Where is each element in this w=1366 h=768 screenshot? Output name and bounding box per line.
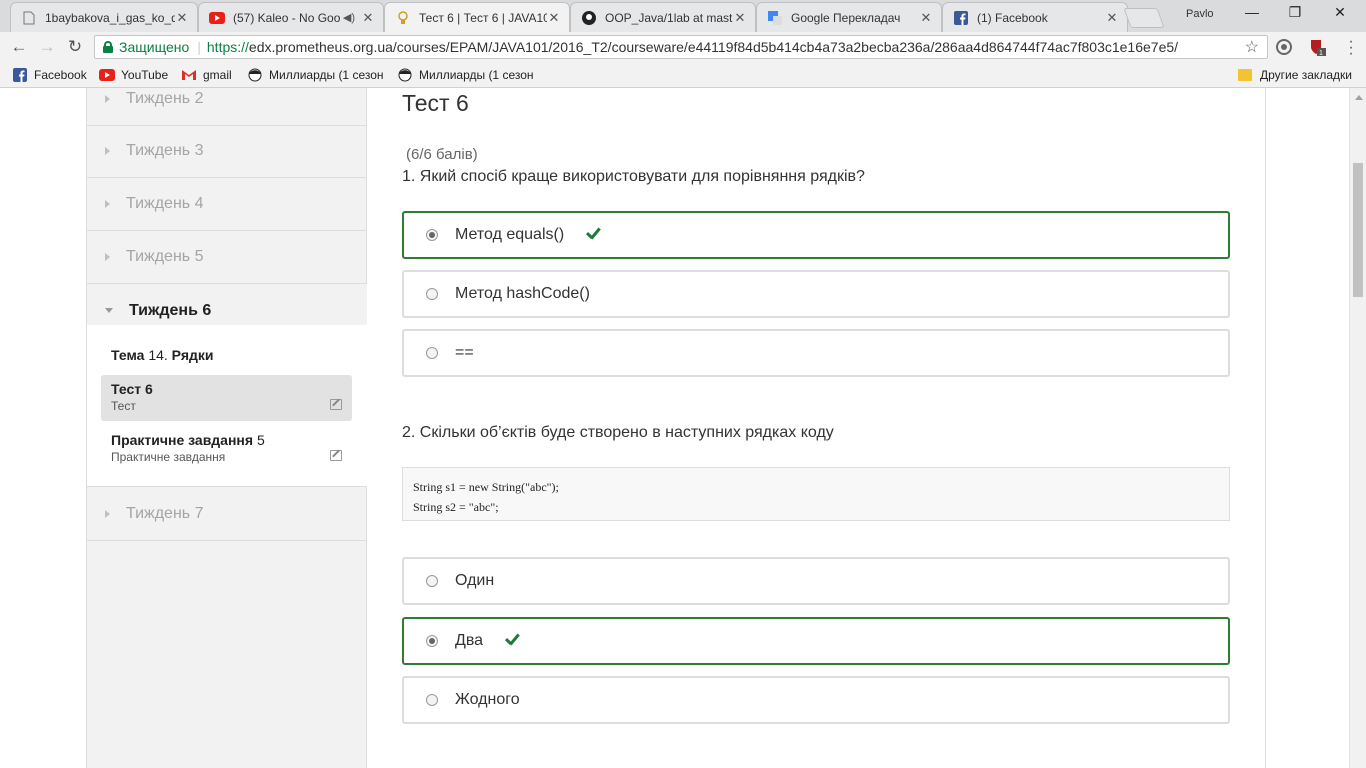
- bookmark-star-icon[interactable]: ☆: [1245, 37, 1259, 57]
- bookmark-facebook[interactable]: Facebook: [12, 68, 87, 82]
- sidebar-item-test-6[interactable]: Тест 6 Тест: [101, 375, 352, 421]
- sidebar-week-2[interactable]: Тиждень 2: [87, 88, 367, 126]
- facebook-icon: [953, 10, 969, 26]
- bookmark-series-1[interactable]: Миллиарды (1 сезон: [247, 68, 384, 82]
- code-snippet: String s1 = new String("abc"); String s2…: [402, 467, 1230, 521]
- edit-icon: [330, 450, 342, 461]
- bookmark-youtube[interactable]: YouTube: [99, 68, 168, 82]
- prometheus-icon: [395, 10, 411, 26]
- profile-name[interactable]: Pavlo: [1186, 8, 1214, 20]
- document-icon: [21, 10, 37, 26]
- checkmark-icon: [503, 634, 521, 648]
- svg-text:1: 1: [1319, 50, 1323, 56]
- radio-button[interactable]: [426, 229, 438, 241]
- avatar-icon: [397, 68, 413, 82]
- q1-choice-hashcode[interactable]: Метод hashCode(): [402, 270, 1230, 318]
- minimize-icon[interactable]: —: [1232, 4, 1272, 20]
- reload-icon[interactable]: ↻: [65, 37, 85, 57]
- secure-label: Защищено: [119, 39, 190, 55]
- week-6-contents: Тема 14. Рядки Тест 6 Тест Практичне зав…: [87, 325, 367, 487]
- close-icon[interactable]: ✕: [919, 10, 933, 26]
- q1-choice-equals[interactable]: Метод equals(): [402, 211, 1230, 259]
- browser-tab-1[interactable]: 1baybakova_i_gas_ko_d ✕: [10, 2, 198, 32]
- browser-tab-2[interactable]: (57) Kaleo - No Goo ◀) ✕: [198, 2, 384, 32]
- close-window-icon[interactable]: ✕: [1320, 4, 1360, 21]
- chevron-right-icon: [105, 147, 110, 155]
- bookmark-gmail[interactable]: gmail: [181, 68, 232, 82]
- other-bookmarks[interactable]: Другие закладки: [1238, 68, 1352, 82]
- gmail-icon: [181, 68, 197, 82]
- lock-icon: [103, 41, 113, 53]
- browser-tab-5[interactable]: Google Перекладач ✕: [756, 2, 942, 32]
- subsection-title: Практичне завдання 5: [111, 432, 265, 448]
- new-tab-button[interactable]: [1123, 8, 1165, 28]
- menu-icon[interactable]: · · ·: [1343, 34, 1359, 62]
- tab-strip: 1baybakova_i_gas_ko_d ✕ (57) Kaleo - No …: [0, 0, 1366, 32]
- sidebar-week-7[interactable]: Тиждень 7: [87, 488, 367, 541]
- radio-button[interactable]: [426, 694, 438, 706]
- close-icon[interactable]: ✕: [1105, 10, 1119, 26]
- facebook-icon: [12, 68, 28, 82]
- chevron-right-icon: [105, 95, 110, 103]
- edit-icon: [330, 399, 342, 410]
- browser-tab-6[interactable]: (1) Facebook ✕: [942, 2, 1128, 32]
- close-icon[interactable]: ✕: [175, 10, 189, 26]
- question-1-text: 1. Який спосіб краще використовувати для…: [402, 168, 865, 185]
- bookmarks-bar: Facebook YouTube gmail Миллиарды (1 сезо…: [0, 62, 1366, 88]
- youtube-icon: [99, 68, 115, 82]
- sidebar-week-5[interactable]: Тиждень 5: [87, 231, 367, 284]
- github-icon: [581, 10, 597, 26]
- chevron-down-icon: [105, 308, 113, 313]
- scroll-up-icon[interactable]: [1355, 95, 1363, 100]
- restore-icon[interactable]: ❐: [1275, 4, 1315, 21]
- chevron-right-icon: [105, 510, 110, 518]
- chevron-right-icon: [105, 253, 110, 261]
- address-bar[interactable]: Защищено | https://edx.prometheus.org.ua…: [94, 35, 1268, 59]
- q2-choice-none[interactable]: Жодного: [402, 676, 1230, 724]
- topic-title: Тема 14. Рядки: [111, 347, 214, 363]
- page-scrollbar[interactable]: [1349, 88, 1366, 768]
- youtube-icon: [209, 10, 225, 26]
- sidebar-week-3[interactable]: Тиждень 3: [87, 125, 367, 178]
- radio-button[interactable]: [426, 575, 438, 587]
- radio-button[interactable]: [426, 635, 438, 647]
- radio-button[interactable]: [426, 288, 438, 300]
- radio-button[interactable]: [426, 347, 438, 359]
- subsection-type: Тест: [111, 399, 136, 413]
- extension-icon[interactable]: [1275, 38, 1293, 56]
- course-sidebar: Тиждень 2 Тиждень 3 Тиждень 4 Тиждень 5 …: [87, 88, 367, 768]
- bookmark-series-2[interactable]: Миллиарды (1 сезон: [397, 68, 534, 82]
- shield-extension-icon[interactable]: 1: [1308, 38, 1326, 57]
- q2-choice-two[interactable]: Два: [402, 617, 1230, 665]
- page-title: Тест 6: [402, 90, 469, 116]
- q1-choice-operator[interactable]: ==: [402, 329, 1230, 377]
- browser-tab-3[interactable]: Тест 6 | Тест 6 | JAVA10 ✕: [384, 2, 570, 32]
- scrollbar-thumb[interactable]: [1353, 163, 1363, 297]
- url-text: edx.prometheus.org.ua/courses/EPAM/JAVA1…: [248, 39, 1179, 55]
- close-icon[interactable]: ✕: [361, 10, 375, 26]
- browser-tab-4[interactable]: OOP_Java/1lab at mast ✕: [570, 2, 756, 32]
- sidebar-item-practical-task[interactable]: Практичне завдання 5 Практичне завдання: [101, 426, 352, 472]
- score-label: (6/6 балів): [406, 146, 478, 163]
- page-content: Тиждень 2 Тиждень 3 Тиждень 4 Тиждень 5 …: [0, 88, 1366, 768]
- close-icon[interactable]: ✕: [547, 10, 561, 26]
- url-protocol: https://: [206, 39, 249, 55]
- q2-choice-one[interactable]: Один: [402, 557, 1230, 605]
- folder-icon: [1238, 69, 1252, 81]
- problem-content: Тест 6 (6/6 балів) 1. Який спосіб краще …: [367, 88, 1265, 768]
- speaker-icon[interactable]: ◀): [343, 11, 355, 24]
- subsection-title: Тест 6: [111, 381, 153, 397]
- question-2-text: 2. Скільки об’єктів буде створено в наст…: [402, 424, 834, 441]
- google-translate-icon: [767, 10, 783, 26]
- subsection-type: Практичне завдання: [111, 450, 226, 464]
- checkmark-icon: [584, 228, 602, 242]
- avatar-icon: [247, 68, 263, 82]
- browser-toolbar: ← → ↻ Защищено | https://edx.prometheus.…: [0, 32, 1366, 62]
- sidebar-week-4[interactable]: Тиждень 4: [87, 178, 367, 231]
- chevron-right-icon: [105, 200, 110, 208]
- forward-icon[interactable]: →: [37, 37, 57, 57]
- back-icon[interactable]: ←: [9, 37, 29, 57]
- close-icon[interactable]: ✕: [733, 10, 747, 26]
